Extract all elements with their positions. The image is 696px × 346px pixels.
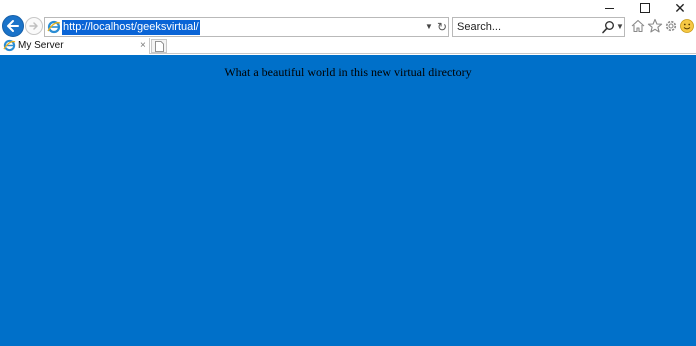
- search-box[interactable]: Search... ▼: [452, 17, 625, 37]
- tab-bar: My Server ×: [0, 38, 696, 54]
- refresh-icon[interactable]: ↻: [437, 20, 447, 34]
- new-tab-icon: [154, 40, 164, 52]
- close-icon: ✕: [674, 0, 686, 16]
- tab-close-icon[interactable]: ×: [140, 38, 146, 53]
- back-button[interactable]: [2, 15, 24, 37]
- forward-button[interactable]: [25, 17, 43, 35]
- page-text: What a beautiful world in this new virtu…: [224, 65, 472, 79]
- tab-my-server[interactable]: My Server ×: [0, 38, 150, 54]
- favorites-star-icon[interactable]: [647, 18, 663, 34]
- page-content: What a beautiful world in this new virtu…: [0, 55, 696, 346]
- ie-logo-icon: [47, 20, 61, 34]
- tab-label: My Server: [18, 40, 64, 51]
- search-icon[interactable]: [601, 20, 615, 34]
- smiley-feedback-icon[interactable]: [679, 18, 695, 34]
- gear-icon[interactable]: [663, 18, 679, 34]
- home-icon[interactable]: [630, 18, 646, 34]
- back-arrow-icon: [7, 20, 19, 32]
- ie-logo-icon: [3, 39, 16, 52]
- new-tab-button[interactable]: [151, 39, 167, 53]
- search-dropdown-icon[interactable]: ▼: [616, 22, 624, 31]
- address-dropdown-icon[interactable]: ▼: [425, 22, 433, 31]
- navigation-bar: http://localhost/geeksvirtual/ ▼ ↻ Searc…: [0, 14, 696, 38]
- search-placeholder[interactable]: Search...: [457, 20, 501, 35]
- address-url[interactable]: http://localhost/geeksvirtual/: [62, 20, 200, 35]
- forward-arrow-icon: [29, 22, 38, 30]
- address-bar[interactable]: http://localhost/geeksvirtual/ ▼ ↻: [44, 17, 449, 37]
